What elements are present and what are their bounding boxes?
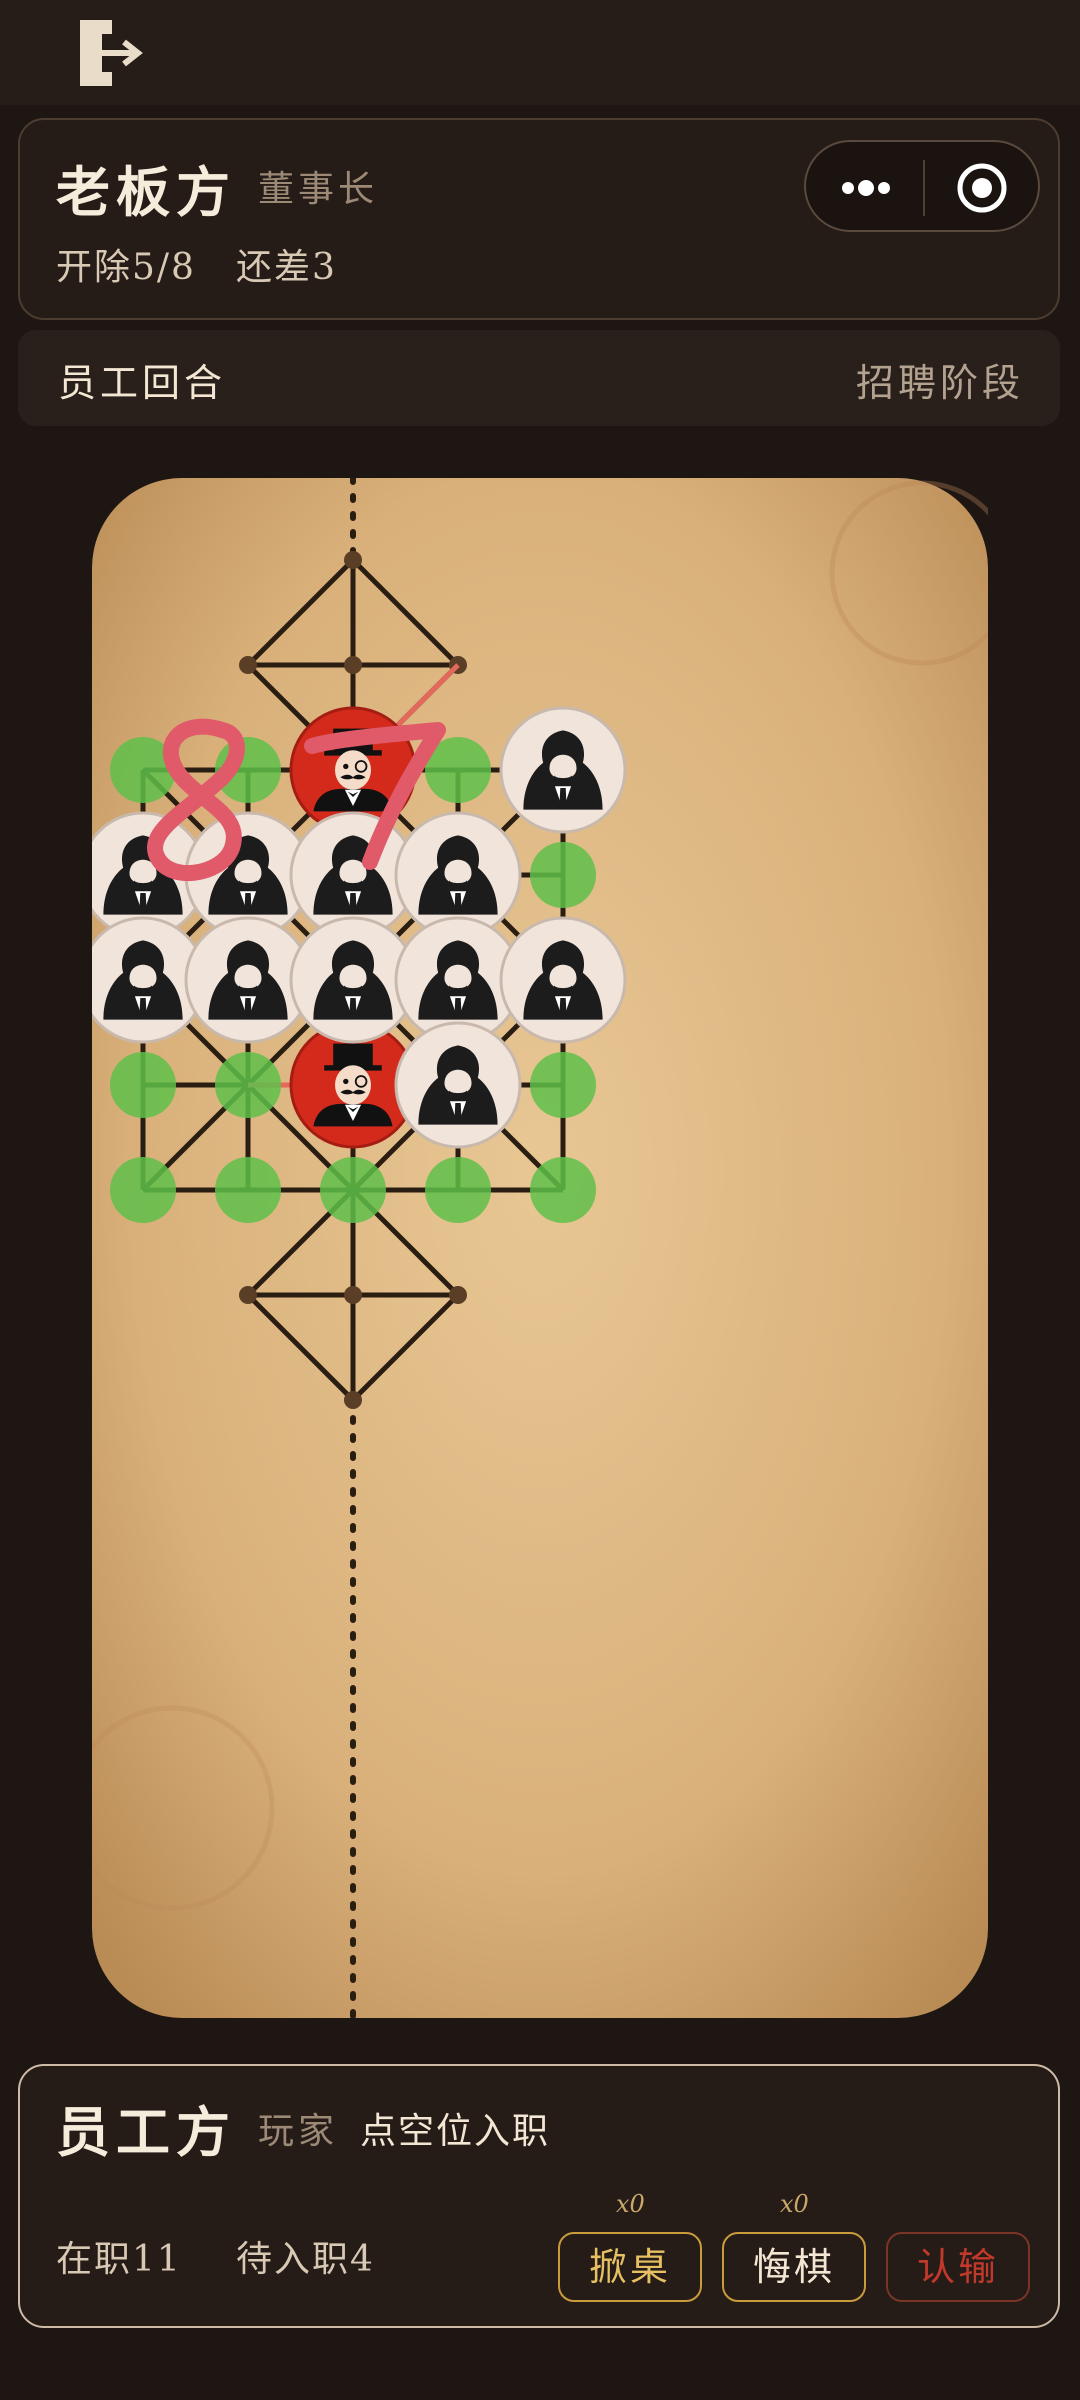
boss-title: 老板方	[56, 160, 236, 224]
empty-spot[interactable]	[110, 1052, 176, 1118]
board-node	[344, 551, 362, 569]
employee-piece[interactable]	[499, 916, 627, 1044]
more-icon[interactable]	[834, 164, 898, 212]
employee-piece[interactable]	[394, 1021, 522, 1149]
exit-icon[interactable]	[72, 14, 144, 92]
empty-spot[interactable]	[320, 1157, 386, 1223]
board-node	[344, 1391, 362, 1409]
empty-spot[interactable]	[425, 1157, 491, 1223]
board-node	[239, 1286, 257, 1304]
empty-spot[interactable]	[530, 842, 596, 908]
boss-role: 董事长	[258, 169, 379, 210]
empty-spot[interactable]	[110, 1157, 176, 1223]
staff-role: 玩家	[258, 2111, 339, 2152]
employee-piece[interactable]	[499, 706, 627, 834]
remaining-count: 还差3	[236, 247, 337, 288]
flip-table-button[interactable]: 掀桌	[558, 2232, 702, 2302]
miniprogram-capsule	[804, 140, 1040, 232]
empty-spot[interactable]	[215, 1052, 281, 1118]
turn-bar: 员工回合 招聘阶段	[18, 330, 1060, 426]
current-turn: 员工回合	[58, 361, 227, 405]
capsule-divider	[923, 160, 925, 216]
action-hint: 点空位入职	[360, 2111, 551, 2152]
empty-spot[interactable]	[215, 1157, 281, 1223]
close-target-icon[interactable]	[954, 162, 1010, 214]
fired-count: 开除5/8	[56, 247, 196, 288]
board-canvas	[92, 478, 988, 2018]
board-node	[344, 1286, 362, 1304]
staff-panel: 员工方 玩家 点空位入职 在职11 待入职4 x0 x0 掀桌 悔棋 认输	[18, 2064, 1060, 2328]
undo-button[interactable]: 悔棋	[722, 2232, 866, 2302]
pending-count: 待入职4	[236, 2239, 375, 2280]
flip-table-count: x0	[616, 2190, 645, 2218]
game-phase: 招聘阶段	[855, 361, 1024, 405]
boss-panel: 老板方 董事长 开除5/8 还差3	[18, 118, 1060, 320]
board-background	[92, 478, 988, 2018]
empty-spot[interactable]	[530, 1157, 596, 1223]
top-bar	[0, 0, 1080, 105]
game-board	[92, 478, 988, 2018]
employed-count: 在职11	[56, 2239, 182, 2280]
board-node	[449, 1286, 467, 1304]
undo-count: x0	[780, 2190, 809, 2218]
empty-spot[interactable]	[530, 1052, 596, 1118]
board-node	[239, 656, 257, 674]
board-node	[344, 656, 362, 674]
staff-title: 员工方	[56, 2100, 236, 2164]
resign-button[interactable]: 认输	[886, 2232, 1030, 2302]
